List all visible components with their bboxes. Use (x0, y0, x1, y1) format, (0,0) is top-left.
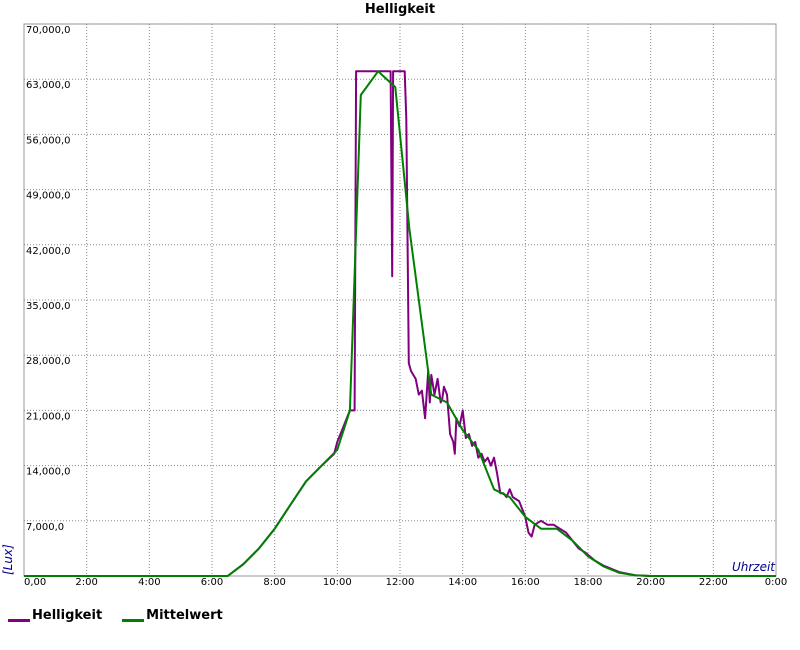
x-tick-label: 14:00 (448, 577, 477, 588)
x-tick-label: 2:00 (75, 577, 97, 588)
x-tick-label: 16:00 (511, 577, 540, 588)
x-tick-label: 0,00 (24, 577, 46, 588)
legend-item-helligkeit: Helligkeit (8, 608, 102, 623)
x-tick-label: 8:00 (263, 577, 285, 588)
x-tick-label: 0:00 (765, 577, 787, 588)
y-tick-label: 7,000,0 (26, 522, 64, 533)
y-tick-label: 14,000,0 (26, 467, 71, 478)
legend-label-mittelwert: Mittelwert (146, 608, 223, 623)
y-tick-label: 35,000,0 (26, 301, 71, 312)
x-tick-labels: 0,00 2:00 4:00 6:00 8:00 10:00 12:00 14:00 16:00… (24, 577, 787, 588)
y-axis-label: [Lux] (1, 544, 15, 575)
y-tick-label: 70,000,0 (26, 25, 71, 36)
x-tick-label: 20:00 (636, 577, 665, 588)
legend-swatch-helligkeit (8, 619, 30, 622)
x-tick-label: 12:00 (386, 577, 415, 588)
y-tick-label: 56,000,0 (26, 135, 71, 146)
y-tick-label: 21,000,0 (26, 411, 71, 422)
brightness-chart: Helligkeit 7,000,0 14,000,0 21,000,0 28,000… (1, 2, 787, 588)
x-tick-label: 6:00 (201, 577, 223, 588)
y-tick-label: 28,000,0 (26, 356, 71, 367)
y-tick-label: 63,000,0 (26, 80, 71, 91)
x-tick-label: 22:00 (699, 577, 728, 588)
x-tick-label: 10:00 (323, 577, 352, 588)
legend-label-helligkeit: Helligkeit (32, 608, 103, 623)
x-axis-label: Uhrzeit (732, 560, 776, 574)
y-tick-label: 42,000,0 (26, 246, 71, 257)
legend-item-mittelwert: Mittelwert (122, 608, 223, 623)
y-tick-label: 49,000,0 (26, 191, 71, 202)
x-tick-label: 18:00 (574, 577, 603, 588)
chart-title: Helligkeit (365, 2, 435, 17)
legend: Helligkeit Mittelwert (8, 608, 223, 623)
legend-swatch-mittelwert (122, 619, 145, 622)
x-tick-label: 4:00 (138, 577, 160, 588)
